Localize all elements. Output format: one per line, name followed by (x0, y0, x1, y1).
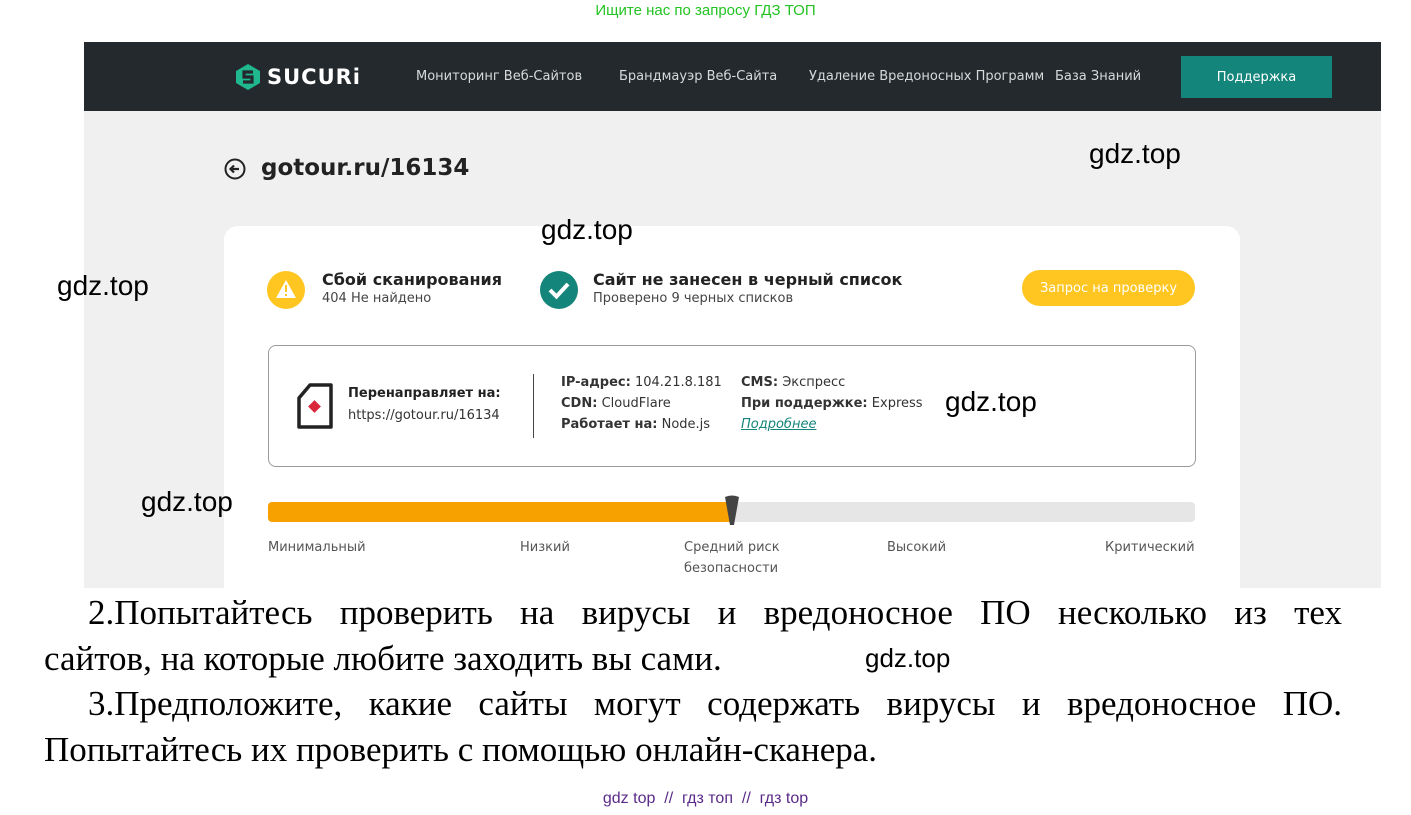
redirect-url[interactable]: https://gotour.ru/16134 (348, 408, 500, 423)
ip-value: 104.21.8.181 (634, 375, 722, 390)
more-details-link[interactable]: Подробнее (741, 417, 816, 432)
warning-icon (267, 271, 305, 309)
sucuri-logo-icon (236, 64, 260, 90)
nav-item-knowledge-base[interactable]: База Знаний (1055, 69, 1141, 84)
risk-label-medium-line2: безопасности (684, 561, 779, 576)
info-divider (533, 374, 534, 438)
nav-item-malware-removal[interactable]: Удаление Вредоносных Программ (809, 69, 1044, 84)
runs-on-row: Работает на: Node.js (561, 417, 710, 432)
check-icon (540, 271, 578, 309)
runs-on-label: Работает на: (561, 417, 658, 432)
blacklist-status-title: Сайт не занесен в черный список (593, 270, 903, 289)
risk-label-minimal: Минимальный (268, 540, 366, 555)
powered-by-label: При поддержке: (741, 396, 868, 411)
risk-label-critical: Критический (1105, 540, 1195, 555)
cdn-value: CloudFlare (601, 396, 671, 411)
risk-label-high: Высокий (887, 540, 947, 555)
risk-bar-track (268, 495, 1195, 525)
cdn-label: CDN: (561, 396, 598, 411)
blacklist-status-subtitle: Проверено 9 черных списков (593, 291, 794, 306)
support-button[interactable]: Поддержка (1181, 56, 1332, 98)
ip-label: IP-адрес: (561, 375, 631, 390)
nav-item-firewall[interactable]: Брандмауэр Веб-Сайта (619, 69, 777, 84)
watermark: gdz.top (865, 643, 951, 673)
watermark: gdz.top (945, 386, 1037, 417)
request-review-button[interactable]: Запрос на проверку (1022, 270, 1195, 306)
scan-result-card: Сбой сканирования 404 Не найдено Сайт не… (224, 226, 1240, 588)
scan-status-title: Сбой сканирования (322, 270, 502, 289)
top-search-hint[interactable]: Ищите нас по запросу ГДЗ ТОП (0, 2, 1411, 19)
risk-label-medium: Средний риск безопасности (684, 537, 780, 579)
site-info-box: Перенаправляет на: https://gotour.ru/161… (268, 345, 1196, 467)
risk-label-low: Низкий (520, 540, 570, 555)
risk-level-marker-icon (724, 495, 739, 525)
powered-by-row: При поддержке: Express (741, 396, 923, 411)
scan-status-subtitle: 404 Не найдено (322, 291, 432, 306)
nav-item-monitoring[interactable]: Мониторинг Веб-Сайтов (416, 69, 582, 84)
logo-text: SUCURi (267, 65, 362, 89)
risk-label-medium-line1: Средний риск (684, 540, 780, 555)
powered-by-value: Express (871, 396, 923, 411)
task-2-line-2: сайтов, на которые любите заходить вы са… (44, 639, 722, 678)
runs-on-value: Node.js (661, 417, 711, 432)
cms-row: CMS: Экспресс (741, 375, 845, 390)
cms-value: Экспресс (782, 375, 846, 390)
redirect-card-icon (297, 383, 333, 429)
sucuri-screenshot: SUCURi Мониторинг Веб-Сайтов Брандмауэр … (84, 42, 1381, 588)
redirect-label: Перенаправляет на: (348, 386, 501, 401)
back-arrow-icon[interactable] (224, 158, 246, 180)
cdn-row: CDN: CloudFlare (561, 396, 671, 411)
task-3-line-2: Попытайтесь их проверить с помощью онлай… (44, 730, 878, 769)
footer-links[interactable]: gdz top // гдз топ // гдз top (0, 790, 1411, 808)
watermark: gdz.top (541, 214, 633, 245)
watermark: gdz.top (57, 270, 149, 301)
top-navbar: SUCURi Мониторинг Веб-Сайтов Брандмауэр … (84, 42, 1381, 111)
task-3-line-1: 3.Предположите, какие сайты могут содерж… (88, 684, 1342, 723)
more-details-row: Подробнее (741, 417, 816, 432)
sucuri-logo[interactable]: SUCURi (235, 62, 361, 92)
ip-row: IP-адрес: 104.21.8.181 (561, 375, 722, 390)
risk-bar-fill (268, 502, 732, 522)
watermark: gdz.top (1089, 138, 1181, 169)
watermark: gdz.top (141, 486, 233, 517)
task-2-line-1: 2.Попытайтесь проверить на вирусы и вред… (88, 593, 1342, 632)
site-title: gotour.ru/16134 (261, 155, 470, 181)
cms-label: CMS: (741, 375, 779, 390)
